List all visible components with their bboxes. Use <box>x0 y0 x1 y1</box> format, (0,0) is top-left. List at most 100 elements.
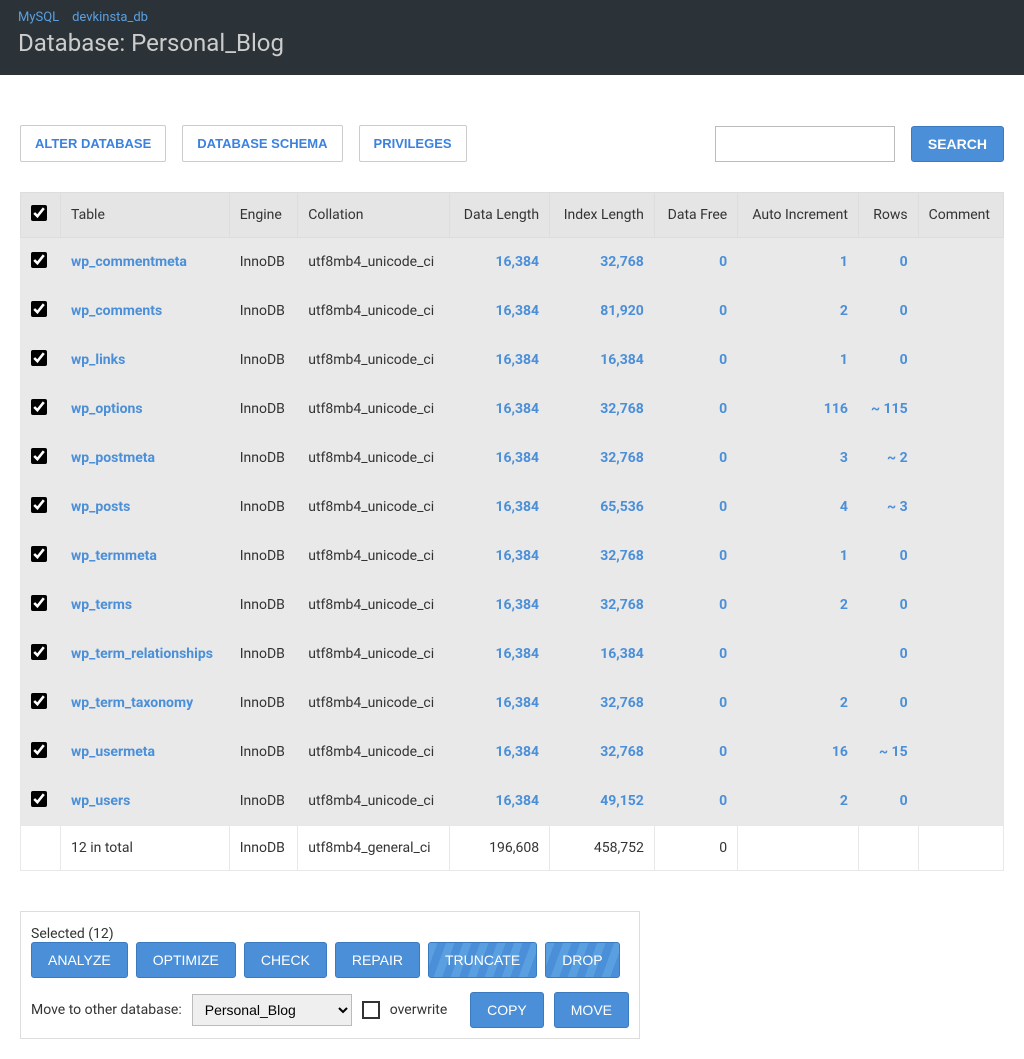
cell-comment <box>918 581 1003 630</box>
col-rows[interactable]: Rows <box>858 193 918 238</box>
cell-engine: InnoDB <box>229 336 298 385</box>
cell-comment <box>918 434 1003 483</box>
row-checkbox[interactable] <box>31 742 47 758</box>
table-name-link[interactable]: wp_options <box>71 401 143 417</box>
table-name-link[interactable]: wp_term_relationships <box>71 646 213 662</box>
table-name-link[interactable]: wp_links <box>71 352 125 368</box>
cell-auto-increment: 1 <box>738 336 859 385</box>
table-row: wp_postsInnoDButf8mb4_unicode_ci16,38465… <box>21 483 1004 532</box>
cell-engine: InnoDB <box>229 385 298 434</box>
col-data-length[interactable]: Data Length <box>450 193 550 238</box>
table-row: wp_linksInnoDButf8mb4_unicode_ci16,38416… <box>21 336 1004 385</box>
table-row: wp_usersInnoDButf8mb4_unicode_ci16,38449… <box>21 777 1004 826</box>
cell-auto-increment: 2 <box>738 777 859 826</box>
move-database-select[interactable]: Personal_Blog <box>192 994 352 1026</box>
row-checkbox[interactable] <box>31 252 47 268</box>
cell-index-length: 65,536 <box>550 483 655 532</box>
truncate-button[interactable]: TRUNCATE <box>428 942 537 978</box>
check-button[interactable]: CHECK <box>244 942 327 978</box>
cell-data-free: 0 <box>654 336 737 385</box>
cell-comment <box>918 728 1003 777</box>
cell-data-length: 16,384 <box>450 336 550 385</box>
toolbar: ALTER DATABASE DATABASE SCHEMA PRIVILEGE… <box>20 125 1004 162</box>
totals-auto-increment <box>738 826 859 871</box>
row-checkbox[interactable] <box>31 350 47 366</box>
select-all-checkbox[interactable] <box>31 205 47 221</box>
table-name-link[interactable]: wp_termmeta <box>71 548 157 564</box>
table-row: wp_usermetaInnoDButf8mb4_unicode_ci16,38… <box>21 728 1004 777</box>
row-checkbox[interactable] <box>31 301 47 317</box>
col-data-free[interactable]: Data Free <box>654 193 737 238</box>
cell-collation: utf8mb4_unicode_ci <box>298 728 450 777</box>
row-checkbox[interactable] <box>31 595 47 611</box>
cell-data-length: 16,384 <box>450 434 550 483</box>
selected-legend: Selected (12) <box>31 926 114 942</box>
cell-data-free: 0 <box>654 434 737 483</box>
totals-collation: utf8mb4_general_ci <box>298 826 450 871</box>
table-row: wp_termsInnoDButf8mb4_unicode_ci16,38432… <box>21 581 1004 630</box>
row-checkbox[interactable] <box>31 546 47 562</box>
table-row: wp_commentsInnoDButf8mb4_unicode_ci16,38… <box>21 287 1004 336</box>
table-name-link[interactable]: wp_comments <box>71 303 162 319</box>
row-checkbox[interactable] <box>31 644 47 660</box>
move-button[interactable]: MOVE <box>554 992 629 1028</box>
cell-data-length: 16,384 <box>450 532 550 581</box>
analyze-button[interactable]: ANALYZE <box>31 942 128 978</box>
cell-auto-increment: 1 <box>738 532 859 581</box>
breadcrumb-server[interactable]: MySQL <box>18 10 59 25</box>
table-name-link[interactable]: wp_posts <box>71 499 130 515</box>
cell-auto-increment: 116 <box>738 385 859 434</box>
privileges-button[interactable]: PRIVILEGES <box>359 125 467 162</box>
alter-database-button[interactable]: ALTER DATABASE <box>20 125 166 162</box>
table-name-link[interactable]: wp_terms <box>71 597 132 613</box>
col-auto-increment[interactable]: Auto Increment <box>738 193 859 238</box>
breadcrumb-db[interactable]: devkinsta_db <box>72 10 148 25</box>
cell-rows: ~ 2 <box>858 434 918 483</box>
cell-collation: utf8mb4_unicode_ci <box>298 630 450 679</box>
table-row: wp_term_taxonomyInnoDButf8mb4_unicode_ci… <box>21 679 1004 728</box>
cell-collation: utf8mb4_unicode_ci <box>298 679 450 728</box>
col-index-length[interactable]: Index Length <box>550 193 655 238</box>
totals-data-free: 0 <box>654 826 737 871</box>
totals-index-length: 458,752 <box>550 826 655 871</box>
cell-auto-increment: 1 <box>738 238 859 287</box>
row-checkbox[interactable] <box>31 791 47 807</box>
col-engine[interactable]: Engine <box>229 193 298 238</box>
table-name-link[interactable]: wp_commentmeta <box>71 254 187 270</box>
cell-data-length: 16,384 <box>450 483 550 532</box>
table-name-link[interactable]: wp_postmeta <box>71 450 155 466</box>
cell-data-length: 16,384 <box>450 728 550 777</box>
drop-button[interactable]: DROP <box>545 942 619 978</box>
col-comment[interactable]: Comment <box>918 193 1003 238</box>
optimize-button[interactable]: OPTIMIZE <box>136 942 236 978</box>
database-schema-button[interactable]: DATABASE SCHEMA <box>182 125 342 162</box>
row-checkbox[interactable] <box>31 399 47 415</box>
search-button[interactable]: SEARCH <box>911 126 1004 162</box>
col-collation[interactable]: Collation <box>298 193 450 238</box>
row-checkbox[interactable] <box>31 497 47 513</box>
cell-rows: 0 <box>858 532 918 581</box>
table-name-link[interactable]: wp_term_taxonomy <box>71 695 193 711</box>
cell-comment <box>918 385 1003 434</box>
row-checkbox[interactable] <box>31 693 47 709</box>
cell-index-length: 32,768 <box>550 385 655 434</box>
search-input[interactable] <box>715 126 895 162</box>
copy-button[interactable]: COPY <box>470 992 544 1028</box>
cell-data-free: 0 <box>654 777 737 826</box>
cell-data-length: 16,384 <box>450 679 550 728</box>
row-checkbox[interactable] <box>31 448 47 464</box>
cell-collation: utf8mb4_unicode_ci <box>298 581 450 630</box>
cell-comment <box>918 336 1003 385</box>
cell-auto-increment: 16 <box>738 728 859 777</box>
totals-engine: InnoDB <box>229 826 298 871</box>
cell-data-length: 16,384 <box>450 385 550 434</box>
totals-comment <box>918 826 1003 871</box>
repair-button[interactable]: REPAIR <box>335 942 420 978</box>
table-row: wp_commentmetaInnoDButf8mb4_unicode_ci16… <box>21 238 1004 287</box>
table-name-link[interactable]: wp_usermeta <box>71 744 155 760</box>
cell-data-length: 16,384 <box>450 238 550 287</box>
col-table[interactable]: Table <box>61 193 230 238</box>
table-name-link[interactable]: wp_users <box>71 793 130 809</box>
overwrite-checkbox[interactable] <box>362 1001 380 1019</box>
totals-label: 12 in total <box>61 826 230 871</box>
